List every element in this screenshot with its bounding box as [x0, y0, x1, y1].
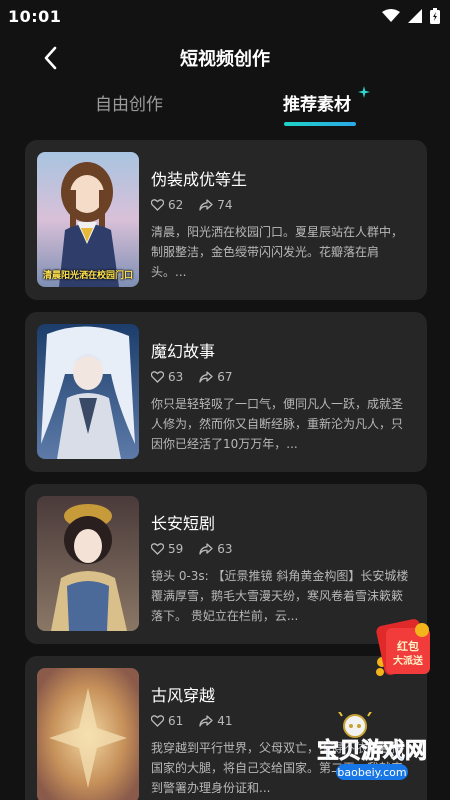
redpacket-button[interactable]: 红包 大派送 [374, 618, 436, 680]
card-description: 你只是轻轻吸了一口气，便同凡人一跃，成就圣人修为，然而你又自断经脉，重新沦为凡人… [151, 397, 404, 451]
heart-icon [151, 715, 164, 727]
status-bar: 10:01 [0, 0, 450, 32]
share-stat[interactable]: 63 [199, 542, 233, 556]
share-count: 67 [217, 370, 233, 384]
watermark: 宝贝游戏网 baobeiy.com [300, 709, 445, 786]
share-icon [199, 543, 213, 555]
like-count: 63 [168, 370, 184, 384]
material-card[interactable]: 魔幻故事 63 67 你只是轻轻吸了一口气，便同凡人一跃，成就圣人修为，然而你又… [25, 312, 427, 472]
thumbnail-caption: 清晨阳光洒在校园门口 [42, 271, 133, 281]
heart-icon [151, 371, 164, 383]
card-description: 镜头 0-3s: 【近景推镜 斜角黄金构图】长安城楼覆满厚雪，鹅毛大雪漫天纷，寒… [151, 569, 409, 623]
like-stat[interactable]: 62 [151, 198, 183, 212]
share-count: 74 [217, 198, 233, 212]
card-stats: 59 63 [151, 542, 249, 556]
tab-bar: 自由创作 推荐素材 [0, 86, 450, 136]
signal-icon [408, 9, 422, 23]
card-title: 伪装成优等生 [151, 170, 248, 189]
battery-icon [430, 8, 440, 24]
share-stat[interactable]: 74 [199, 198, 233, 212]
heart-icon [151, 543, 164, 555]
back-button[interactable] [36, 44, 64, 72]
share-count: 63 [217, 542, 233, 556]
material-list: 清晨阳光洒在校园门口 伪装成优等生 62 74 清晨，阳光洒在校园门口。夏星辰站… [25, 140, 427, 800]
like-stat[interactable]: 63 [151, 370, 183, 384]
like-count: 61 [168, 714, 184, 728]
share-icon [199, 371, 213, 383]
share-icon [199, 715, 213, 727]
watermark-url: baobeiy.com [337, 766, 406, 779]
tab-free-creation[interactable]: 自由创作 [95, 90, 163, 115]
heart-icon [151, 199, 164, 211]
tab-recommended-materials[interactable]: 推荐素材 [283, 90, 351, 115]
page-title: 短视频创作 [180, 49, 270, 70]
card-stats: 61 41 [151, 714, 249, 728]
redpacket-icon: 红包 大派送 [376, 619, 430, 676]
card-stats: 62 74 [151, 198, 249, 212]
like-count: 62 [168, 198, 184, 212]
redpacket-top-text: 红包 [397, 639, 419, 653]
share-stat[interactable]: 41 [199, 714, 233, 728]
like-count: 59 [168, 542, 184, 556]
share-count: 41 [217, 714, 233, 728]
material-card[interactable]: 清晨阳光洒在校园门口 伪装成优等生 62 74 清晨，阳光洒在校园门口。夏星辰站… [25, 140, 427, 300]
watermark-text: 宝贝游戏网 [317, 738, 427, 764]
status-time: 10:01 [8, 6, 62, 26]
card-thumbnail: 清晨阳光洒在校园门口 [37, 152, 139, 287]
wifi-icon [382, 9, 400, 22]
card-title: 魔幻故事 [151, 342, 216, 361]
card-description: 清晨，阳光洒在校园门口。夏星辰站在人群中，制服整洁，金色绶带闪闪发光。花瓣落在肩… [151, 225, 404, 279]
active-tab-indicator [284, 122, 356, 126]
like-stat[interactable]: 61 [151, 714, 183, 728]
card-thumbnail [37, 496, 139, 631]
share-icon [199, 199, 213, 211]
header: 短视频创作 [0, 38, 450, 78]
card-title: 长安短剧 [151, 514, 216, 533]
share-stat[interactable]: 67 [199, 370, 233, 384]
card-stats: 63 67 [151, 370, 249, 384]
card-title: 古风穿越 [151, 686, 216, 705]
card-thumbnail [37, 324, 139, 459]
material-card[interactable]: 长安短剧 59 63 镜头 0-3s: 【近景推镜 斜角黄金构图】长安城楼覆满厚… [25, 484, 427, 644]
redpacket-bottom-text: 大派送 [393, 654, 424, 667]
card-thumbnail [37, 668, 139, 800]
chevron-left-icon [44, 46, 57, 70]
sparkle-icon [358, 86, 370, 98]
like-stat[interactable]: 59 [151, 542, 183, 556]
status-icons [382, 8, 440, 24]
